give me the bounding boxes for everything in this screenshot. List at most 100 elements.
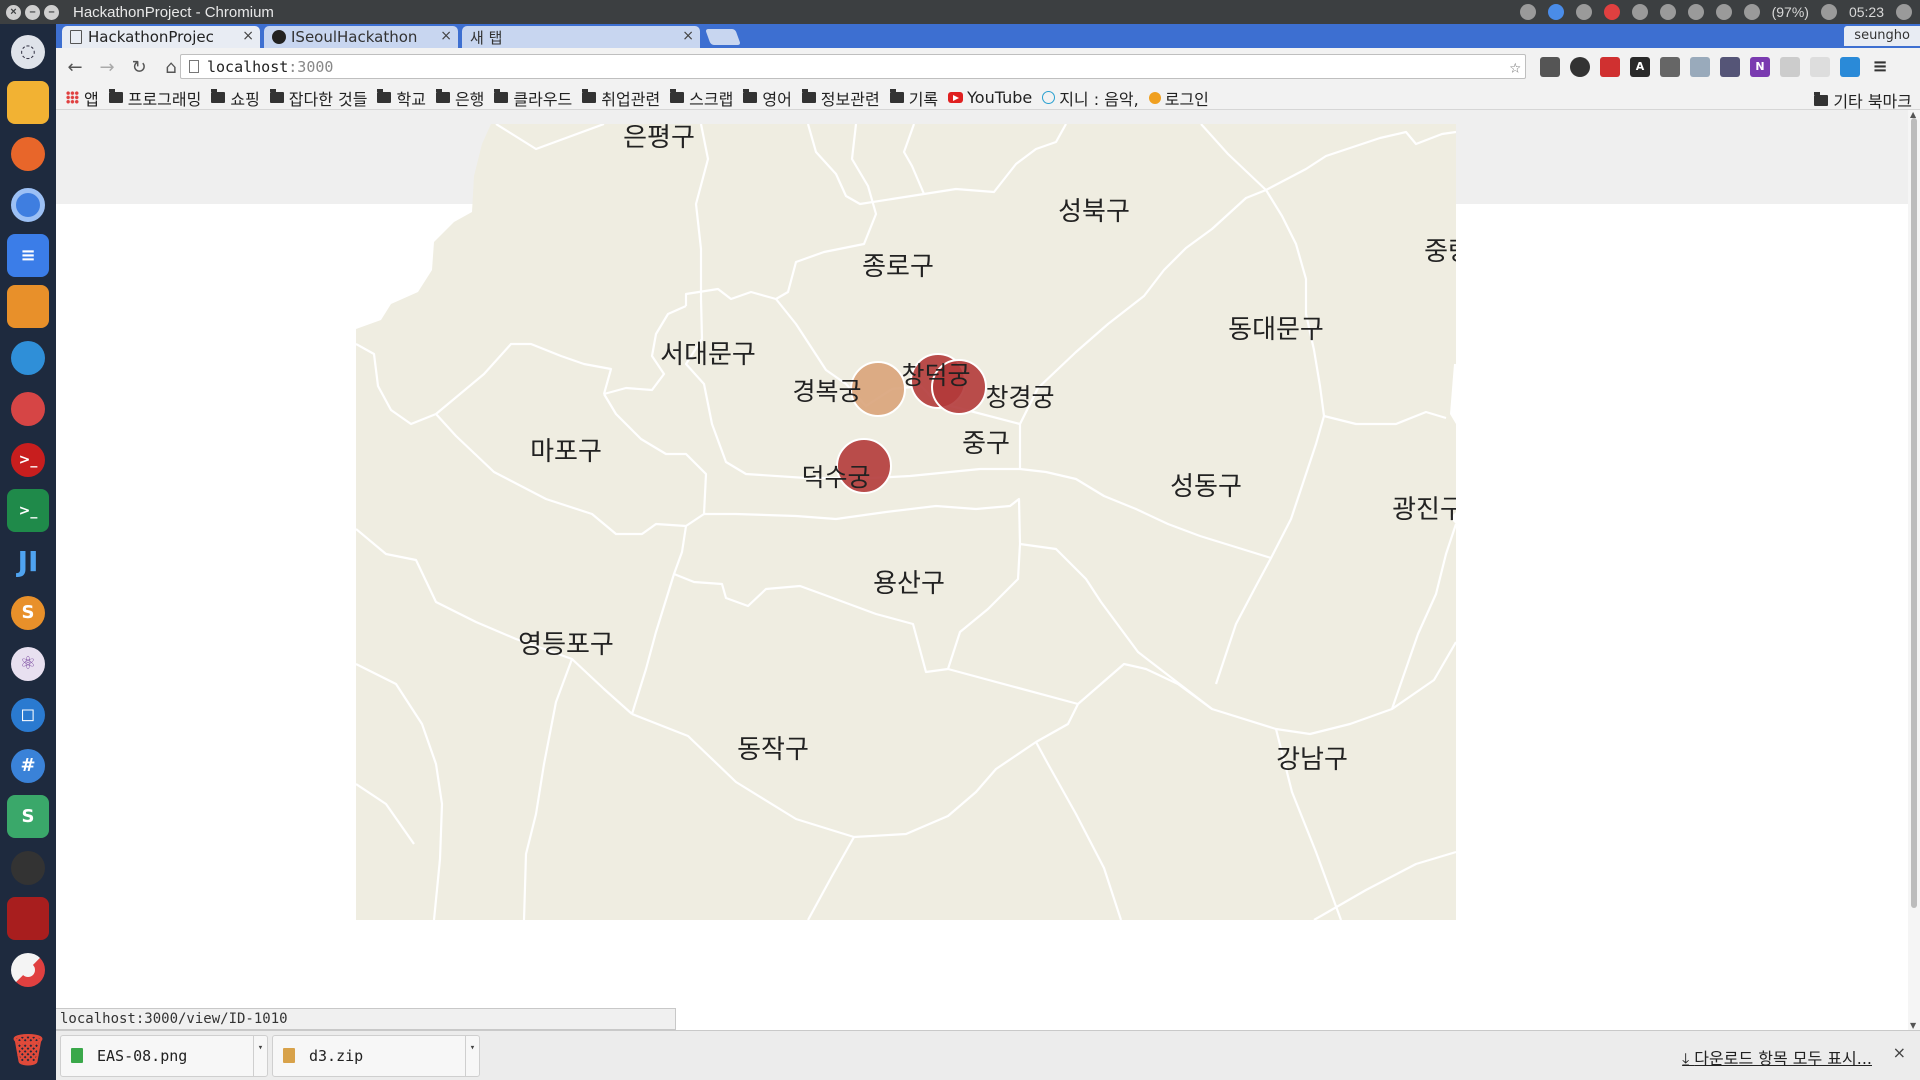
bookmark-folder[interactable]: 학교 [377,86,426,110]
evernote-icon[interactable] [1540,57,1560,77]
flag-icon[interactable] [1810,57,1830,77]
district-label: 종로구 [862,252,934,282]
terminal-red-icon[interactable]: >_ [7,438,49,481]
download-menu-icon[interactable]: ▾ [253,1035,267,1076]
page-info-icon[interactable] [189,60,199,73]
minimize-window-icon[interactable]: – [25,4,40,20]
map-land [356,124,1456,920]
color-picker-icon[interactable] [1660,57,1680,77]
block-icon[interactable] [1603,4,1620,20]
settings-gear-icon[interactable] [1570,57,1590,77]
sync-icon[interactable] [1519,4,1536,20]
bookmark-apps[interactable]: 앱 [66,86,99,110]
intellij-icon[interactable]: JI [7,540,49,583]
mail-extension-icon[interactable] [1600,57,1620,77]
clock[interactable]: 05:23 [1849,4,1884,20]
close-tab-icon[interactable]: × [682,28,694,44]
palace-label: 덕수궁 [801,463,870,492]
atom-icon[interactable]: ⚛ [7,642,49,685]
maximize-window-icon[interactable]: – [44,4,59,20]
other-bookmarks[interactable]: 기타 북마크 [1814,88,1912,112]
bookmark-folder[interactable]: 클라우드 [494,86,572,110]
tab-new[interactable]: 새 탭 × [462,26,700,48]
tab-github[interactable]: ISeoulHackathon × [264,26,458,48]
docs-icon[interactable]: ≡ [7,234,49,277]
wifi-icon[interactable] [1659,4,1676,20]
sublime-icon[interactable]: S [7,591,49,634]
pinwheel-icon[interactable] [7,846,49,889]
bookmark-folder[interactable]: 잡다한 것들 [269,86,367,110]
update-icon[interactable] [1575,4,1592,20]
district-label: 광진구 [1392,495,1456,525]
hashtag-icon[interactable]: # [7,744,49,787]
seoul-map[interactable]: 은평구성북구중랑구종로구동대문구서대문구마포구 중구성동구광진구용산구영등포구동작… [356,124,1456,920]
close-tab-icon[interactable]: × [242,28,254,44]
show-all-downloads-link[interactable]: ⤓ 다운로드 항목 모두 표시... [1682,1045,1872,1069]
dash-icon[interactable]: ◌ [7,30,49,73]
status-bubble: localhost:3000/view/ID-1010 [56,1008,676,1030]
onenote-icon[interactable]: N [1750,57,1770,77]
bookmark-login[interactable]: 로그인 [1148,86,1209,110]
power-icon[interactable] [1896,4,1912,20]
dictionary-extension-icon[interactable]: A [1630,57,1650,77]
software-center-icon[interactable] [7,285,49,328]
bookmark-folder[interactable]: 스크랩 [670,86,733,110]
bookmark-folder[interactable]: 영어 [743,86,792,110]
address-bar[interactable]: localhost:3000 ☆ [180,54,1526,79]
download-item[interactable]: d3.zip ▾ [272,1034,480,1077]
bookmark-folder[interactable]: 은행 [435,86,484,110]
settings-icon[interactable] [7,387,49,430]
webstorm-icon[interactable] [7,336,49,379]
reload-icon[interactable]: ↻ [126,57,152,78]
bookmark-folder[interactable]: 취업관련 [582,86,660,110]
close-download-shelf-icon[interactable]: × [1893,1043,1906,1062]
volume-icon[interactable] [1820,4,1837,20]
district-label: 강남구 [1276,745,1348,775]
battery-indicator[interactable]: (97%) [1772,4,1809,20]
eyedropper-icon[interactable] [1720,57,1740,77]
todo-extension-icon[interactable] [1840,57,1860,77]
genie-icon [1042,91,1056,104]
close-window-icon[interactable]: × [6,4,21,20]
page-scrollbar[interactable]: ▲ ▼ [1908,110,1920,1030]
chromium-tray-icon[interactable] [1547,4,1564,20]
archive-file-icon [283,1048,295,1063]
back-icon[interactable]: ← [62,57,88,78]
terminal-icon[interactable]: >_ [7,489,49,532]
bookmark-youtube[interactable]: YouTube [948,88,1032,107]
bookmark-folder[interactable]: 쇼핑 [211,86,260,110]
district-label: 용산구 [873,569,945,599]
pie-app-icon[interactable] [7,948,49,991]
bookmark-folder[interactable]: 프로그래밍 [108,86,201,110]
download-item[interactable]: EAS-08.png ▾ [60,1034,268,1077]
remote-desktop-icon[interactable]: ◻ [7,693,49,736]
slack-icon[interactable]: S [7,795,49,838]
keyboard-layout-icon[interactable] [1687,4,1704,20]
scrollbar-thumb[interactable] [1911,118,1917,908]
tab-hackathon[interactable]: HackathonProjec × [62,26,260,48]
notification-icon[interactable] [1743,4,1760,20]
page-icon [70,30,82,44]
new-tab-button[interactable] [705,29,741,45]
chromium-icon[interactable] [7,183,49,226]
forward-icon[interactable]: → [94,57,120,78]
files-icon[interactable] [7,81,49,124]
profile-button[interactable]: seungho [1844,26,1920,46]
download-filename: EAS-08.png [97,1046,188,1065]
map-svg[interactable]: 은평구성북구중랑구종로구동대문구서대문구마포구 중구성동구광진구용산구영등포구동작… [356,124,1456,920]
download-menu-icon[interactable]: ▾ [465,1035,479,1076]
bookmark-star-icon[interactable]: ☆ [1510,56,1521,78]
tools-icon[interactable] [1631,4,1648,20]
dropbox-icon[interactable] [1690,57,1710,77]
workspace-icon[interactable] [7,897,49,940]
firefox-icon[interactable] [7,132,49,175]
bookmark-folder[interactable]: 기록 [889,86,938,110]
shield-icon[interactable] [1780,57,1800,77]
bookmark-genie[interactable]: 지니 : 음악, [1042,86,1139,110]
bookmark-folder[interactable]: 정보관련 [801,86,880,110]
bluetooth-icon[interactable] [1715,4,1732,20]
scroll-down-icon[interactable]: ▼ [1910,1021,1916,1030]
trash-icon[interactable]: 🗑 [7,1029,49,1072]
close-tab-icon[interactable]: × [440,28,452,44]
menu-icon[interactable]: ≡ [1870,57,1890,77]
